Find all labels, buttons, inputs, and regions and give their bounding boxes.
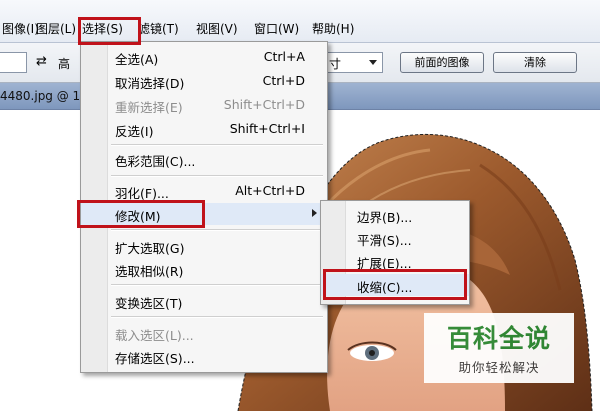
watermark-title: 百科全说 (446, 324, 551, 353)
menu-item-save-selection[interactable]: 存储选区(S)... (81, 345, 327, 367)
menu-help[interactable]: 帮助(H) (312, 22, 354, 36)
menu-separator (111, 144, 323, 146)
menu-separator (111, 229, 323, 231)
clear-button[interactable]: 清除 (493, 52, 577, 73)
menu-filter[interactable]: 滤镜(T) (138, 22, 179, 36)
highlight-box-contract (323, 269, 467, 300)
menu-separator (111, 175, 323, 177)
menu-item-deselect[interactable]: 取消选择(D) Ctrl+D (81, 70, 327, 92)
front-image-button[interactable]: 前面的图像 (400, 52, 484, 73)
chevron-down-icon (369, 60, 377, 65)
menu-layer[interactable]: 图层(L) (36, 22, 76, 36)
menu-item-reselect: 重新选择(E) Shift+Ctrl+D (115, 97, 305, 115)
menu-item-inverse[interactable]: 反选(I) Shift+Ctrl+I (81, 118, 327, 140)
height-label: 高 (58, 57, 71, 71)
menu-separator (111, 316, 323, 318)
menu-item-feather[interactable]: 羽化(F)... Alt+Ctrl+D (81, 180, 327, 202)
menu-item-similar[interactable]: 选取相似(R) (81, 258, 327, 280)
submenu-arrow-icon (312, 209, 317, 217)
width-field[interactable] (0, 52, 27, 73)
submenu-item-border[interactable]: 边界(B)... (321, 204, 469, 226)
menu-image[interactable]: 图像(I) (2, 22, 39, 36)
watermark-logo: 百科全说 助你轻松解决 (424, 313, 574, 383)
highlight-box-modify (77, 200, 205, 228)
watermark-subtitle: 助你轻松解决 (458, 360, 540, 375)
menu-item-color-range[interactable]: 色彩范围(C)... (81, 148, 327, 170)
menu-view[interactable]: 视图(V) (196, 22, 238, 36)
menu-separator (111, 284, 323, 286)
document-tab[interactable]: 4480.jpg @ 1 (0, 89, 80, 103)
menu-item-grow[interactable]: 扩大选取(G) (81, 235, 327, 257)
submenu-item-smooth[interactable]: 平滑(S)... (321, 227, 469, 249)
menu-window[interactable]: 窗口(W) (254, 22, 299, 36)
menu-item-load-selection: 载入选区(L)... (115, 328, 194, 343)
menu-item-select-all[interactable]: 全选(A) Ctrl+A (81, 46, 327, 68)
swap-icon[interactable]: ⇄ (36, 54, 47, 69)
highlight-box-select-menu (78, 17, 141, 45)
menu-item-transform-selection[interactable]: 变换选区(T) (81, 290, 327, 312)
size-select[interactable]: 寸 (326, 52, 383, 73)
